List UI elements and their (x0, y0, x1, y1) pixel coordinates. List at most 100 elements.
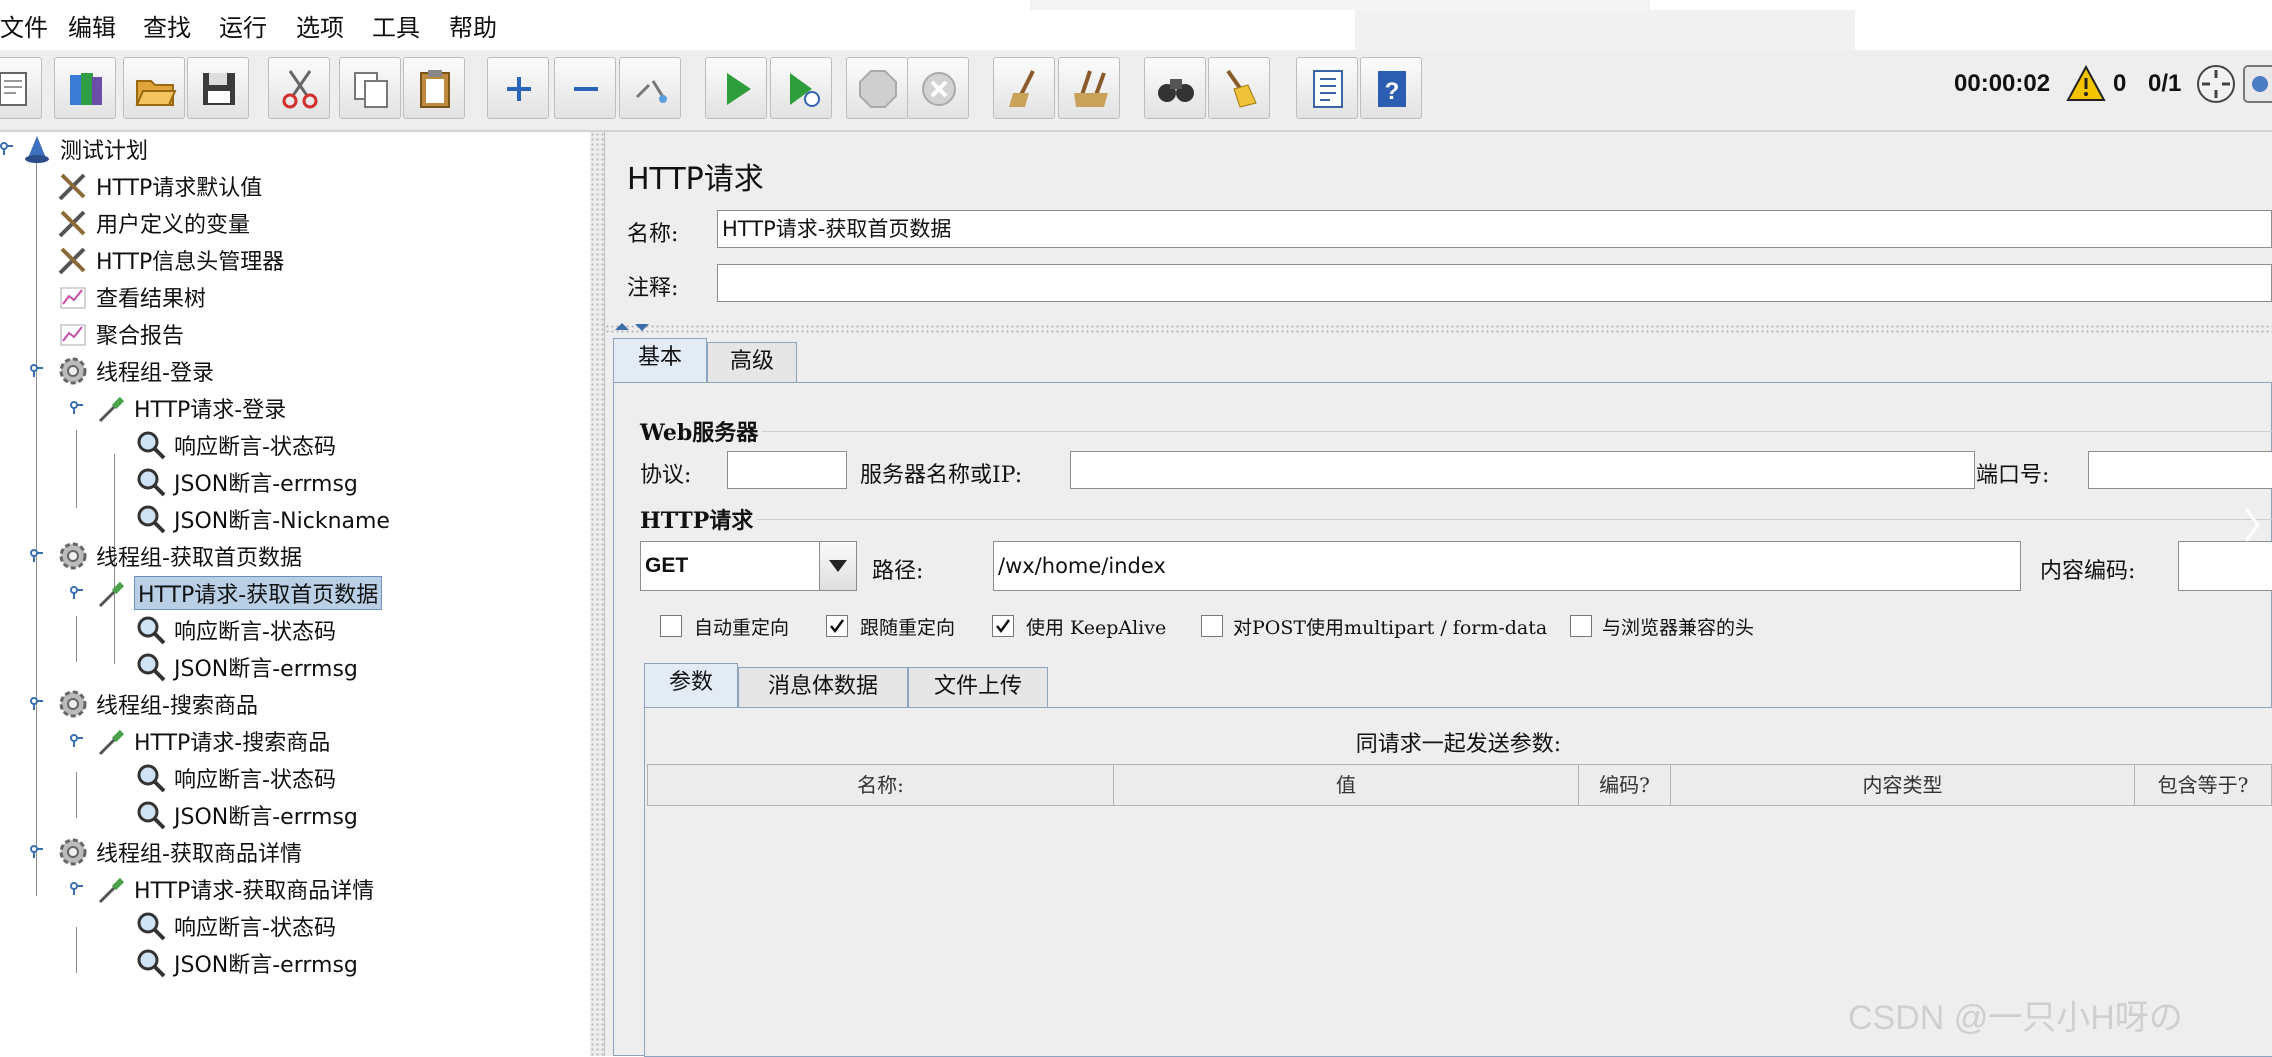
menu-help[interactable]: 帮助 (449, 8, 497, 43)
log-viewer-icon[interactable] (2242, 62, 2272, 106)
panel-title: HTTP请求 (627, 162, 764, 197)
save-button[interactable] (187, 57, 249, 119)
tree-node-results-tree[interactable]: 查看结果树 (56, 280, 206, 314)
tree-node-http-detail[interactable]: HTTP请求-获取商品详情 (94, 872, 374, 906)
clear-button[interactable] (993, 57, 1055, 119)
expand-handle-icon[interactable] (70, 401, 84, 415)
server-field[interactable] (1070, 451, 1975, 489)
function-helper-button[interactable] (1296, 57, 1358, 119)
browser-headers-checkbox[interactable] (1570, 615, 1592, 637)
tree-node-http-home-selected[interactable]: HTTP请求-获取首页数据 (94, 576, 383, 610)
tree-node-label: JSON断言-Nickname (174, 509, 390, 534)
menu-edit[interactable]: 编辑 (68, 8, 116, 43)
cut-button[interactable] (268, 57, 330, 119)
expand-handle-icon[interactable] (30, 549, 44, 563)
config-wrench-icon (56, 243, 92, 277)
expand-handle-icon[interactable] (70, 734, 84, 748)
tree-node-test-plan[interactable]: 测试计划 (20, 132, 148, 166)
column-header-value[interactable]: 值 (1113, 764, 1578, 806)
tree-node-http-defaults[interactable]: HTTP请求默认值 (56, 169, 262, 203)
menu-tools[interactable]: 工具 (372, 8, 420, 43)
keepalive-checkbox[interactable] (992, 615, 1014, 637)
multipart-checkbox[interactable] (1201, 615, 1223, 637)
split-pane-divider[interactable] (590, 132, 605, 1056)
config-wrench-icon (56, 169, 92, 203)
start-icon (727, 73, 751, 105)
tree-node-user-variables[interactable]: 用户定义的变量 (56, 206, 250, 240)
tree-node-assertion[interactable]: 响应断言-状态码 (134, 761, 336, 795)
warning-icon[interactable] (2066, 64, 2106, 104)
toggle-button[interactable] (619, 57, 681, 119)
open-button[interactable] (123, 57, 185, 119)
method-dropdown-button[interactable] (819, 542, 856, 590)
menu-options[interactable]: 选项 (296, 8, 344, 43)
tree-node-thread-group-home[interactable]: 线程组-获取首页数据 (56, 539, 302, 573)
auto-redirect-checkbox[interactable] (660, 615, 682, 637)
menu-file[interactable]: 文件 (0, 8, 48, 43)
tree-node-assertion[interactable]: 响应断言-状态码 (134, 428, 336, 462)
path-field[interactable]: /wx/home/index (993, 541, 2021, 591)
name-field[interactable]: HTTP请求-获取首页数据 (717, 210, 2272, 248)
tree-node-assertion[interactable]: 响应断言-状态码 (134, 613, 336, 647)
port-field[interactable] (2088, 451, 2272, 489)
tree-node-assertion[interactable]: JSON断言-errmsg (134, 650, 358, 684)
menu-run[interactable]: 运行 (219, 8, 267, 43)
column-header-encode[interactable]: 编码? (1578, 764, 1670, 806)
split-arrows-icon[interactable] (613, 320, 653, 334)
remote-status-icon[interactable] (2194, 62, 2238, 106)
tree-node-assertion[interactable]: JSON断言-errmsg (134, 465, 358, 499)
copy-button[interactable] (339, 57, 401, 119)
tree-node-thread-group-login[interactable]: 线程组-登录 (56, 354, 214, 388)
expand-handle-icon[interactable] (30, 364, 44, 378)
name-label: 名称: (627, 222, 679, 247)
expand-all-button[interactable] (487, 57, 549, 119)
tab-body-data[interactable]: 消息体数据 (738, 667, 908, 707)
expand-handle-icon[interactable] (30, 845, 44, 859)
tree-node-http-login[interactable]: HTTP请求-登录 (94, 391, 286, 425)
stop-button[interactable] (846, 57, 908, 119)
tree-node-label: HTTP请求-搜索商品 (134, 731, 331, 756)
method-select[interactable]: GET (640, 541, 857, 591)
column-header-include-equals[interactable]: 包含等于? (2134, 764, 2272, 806)
reset-search-button[interactable] (1208, 57, 1270, 119)
expand-handle-icon[interactable] (0, 142, 14, 156)
tree-node-assertion[interactable]: JSON断言-errmsg (134, 798, 358, 832)
search-icon (1158, 79, 1194, 102)
shutdown-button[interactable] (907, 57, 969, 119)
assertion-magnifier-icon (134, 650, 170, 684)
expand-handle-icon[interactable] (30, 697, 44, 711)
follow-redirect-checkbox[interactable] (826, 615, 848, 637)
start-no-pause-button[interactable] (770, 57, 832, 119)
search-button[interactable] (1144, 57, 1206, 119)
tree-node-assertion[interactable]: JSON断言-Nickname (134, 502, 390, 536)
comment-field[interactable] (717, 264, 2272, 302)
clear-all-button[interactable] (1058, 57, 1120, 119)
tree-node-http-search[interactable]: HTTP请求-搜索商品 (94, 724, 330, 758)
paste-button[interactable] (403, 57, 465, 119)
expand-handle-icon[interactable] (70, 882, 84, 896)
tree-node-assertion[interactable]: JSON断言-errmsg (134, 946, 358, 980)
tree-node-thread-group-search[interactable]: 线程组-搜索商品 (56, 687, 258, 721)
tab-advanced[interactable]: 高级 (707, 342, 797, 382)
tab-file-upload[interactable]: 文件上传 (908, 667, 1048, 707)
protocol-field[interactable] (727, 451, 847, 489)
new-button[interactable] (0, 57, 42, 119)
tab-basic[interactable]: 基本 (613, 338, 707, 382)
column-header-content-type[interactable]: 内容类型 (1670, 764, 2134, 806)
expand-handle-icon[interactable] (70, 586, 84, 600)
comment-label: 注释: (627, 276, 679, 301)
chevron-right-icon[interactable] (2240, 505, 2264, 545)
tree-node-assertion[interactable]: 响应断言-状态码 (134, 909, 336, 943)
help-button[interactable]: ? (1360, 57, 1422, 119)
tree-node-label: 线程组-获取首页数据 (96, 546, 302, 571)
tree-node-header-manager[interactable]: HTTP信息头管理器 (56, 243, 284, 277)
tab-parameters[interactable]: 参数 (644, 663, 738, 707)
encoding-field[interactable] (2178, 541, 2272, 591)
tree-node-aggregate-report[interactable]: 聚合报告 (56, 317, 184, 351)
menu-search[interactable]: 查找 (143, 8, 191, 43)
column-header-name[interactable]: 名称: (647, 764, 1113, 806)
start-button[interactable] (705, 57, 767, 119)
tree-node-thread-group-detail[interactable]: 线程组-获取商品详情 (56, 835, 302, 869)
templates-button[interactable] (54, 57, 116, 119)
collapse-all-button[interactable] (554, 57, 616, 119)
